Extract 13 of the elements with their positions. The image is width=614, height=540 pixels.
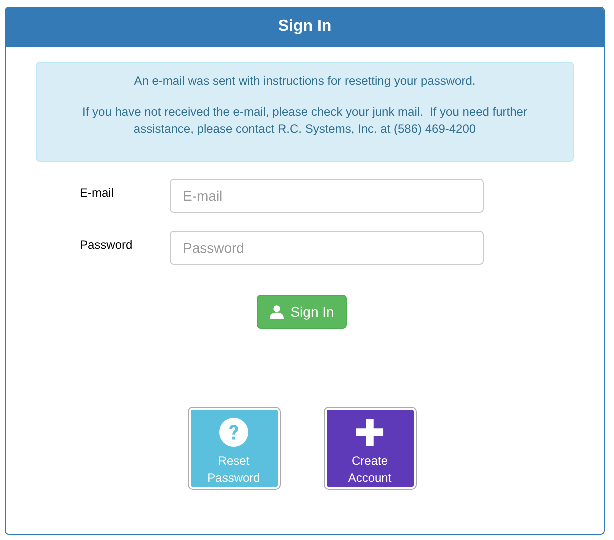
input-field[interactable]: Password <box>170 231 484 265</box>
create-account-button[interactable]: Create Account <box>324 408 416 489</box>
user-icon <box>270 305 284 319</box>
alert-message: If you have not received the e-mail, please check your junk mail. If you need further assistance, please contact R.C. Systems, Inc. at (586) 469-4200 <box>82 104 528 138</box>
panel-header: Sign In <box>6 8 604 47</box>
sign-in-button[interactable]: Sign In <box>256 295 348 329</box>
reset-password-button[interactable]: Reset Password <box>188 408 280 489</box>
plus-icon <box>355 418 385 447</box>
field-label: Password <box>80 237 134 252</box>
alert-message: An e-mail was sent with instructions for resetting your password. <box>134 73 476 90</box>
field-label: E-mail <box>80 185 116 200</box>
input-field[interactable]: E-mail <box>170 179 484 213</box>
help-icon <box>219 418 249 447</box>
